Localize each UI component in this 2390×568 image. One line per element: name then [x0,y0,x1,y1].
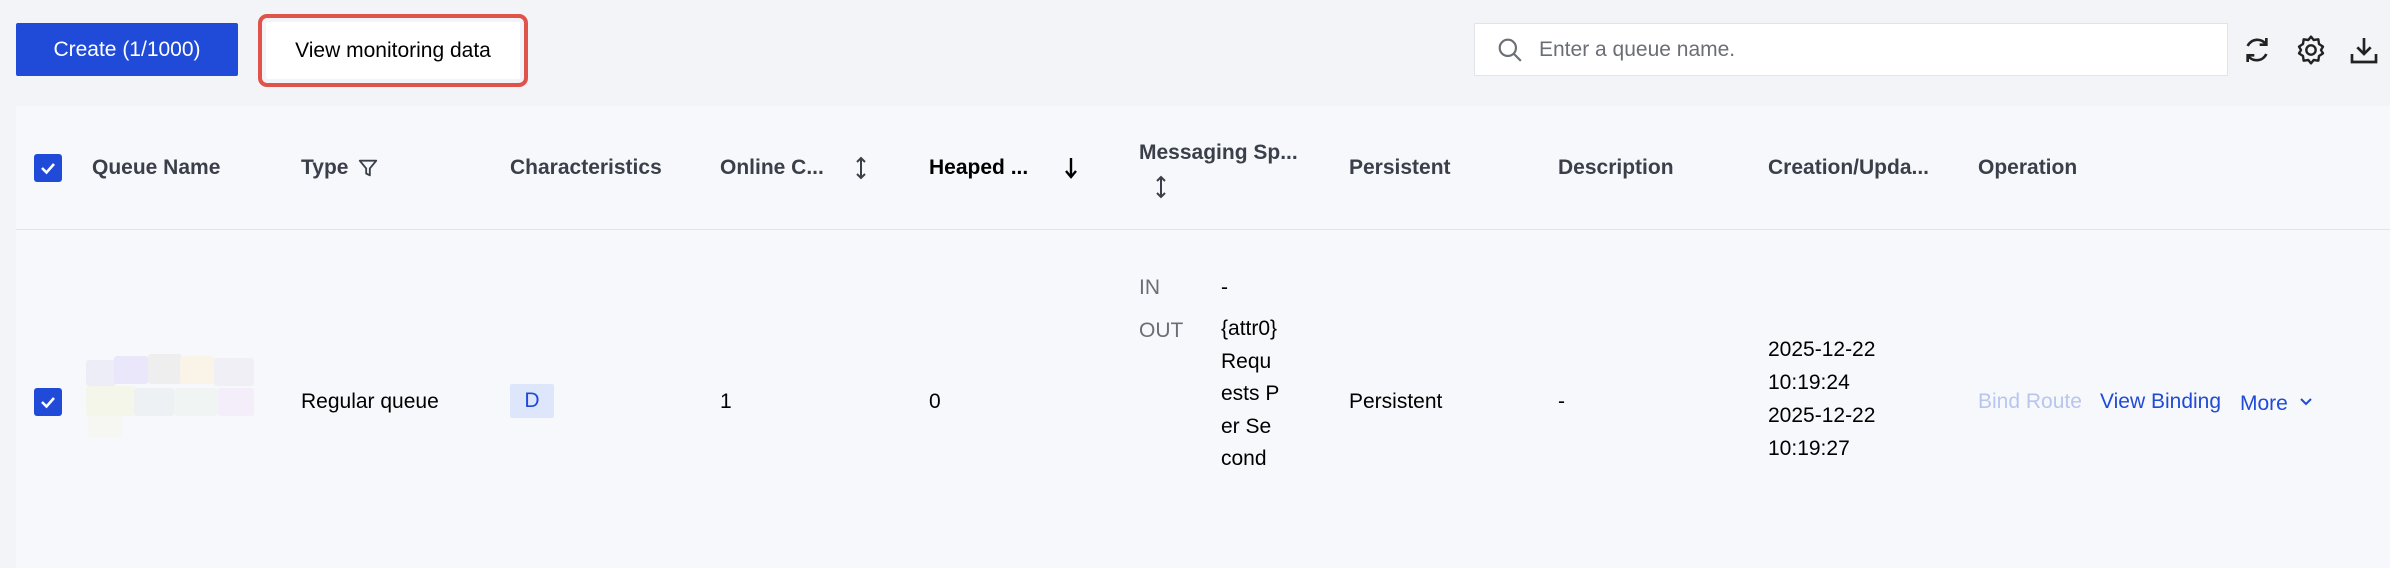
check-icon [41,163,55,175]
column-queue-name: Queue Name [92,156,221,179]
speed-in-label: IN [1139,276,1160,299]
column-characteristics: Characteristics [510,156,662,179]
row-online-consumers: 1 [720,390,732,413]
create-button[interactable]: Create (1/1000) [16,23,238,76]
row-type: Regular queue [301,390,439,413]
download-icon[interactable] [2348,34,2380,66]
speed-in-value: - [1221,276,1228,299]
search-input[interactable] [1537,36,2181,63]
settings-icon[interactable] [2295,34,2327,66]
row-updated: 2025-12-22 10:19:27 [1768,404,1876,460]
chevron-down-icon[interactable] [2298,394,2314,410]
bind-route-link[interactable]: Bind Route [1978,390,2082,414]
check-icon [41,397,55,409]
sort-desc-icon[interactable] [1061,155,1081,181]
search-icon [1498,38,1522,62]
column-creation-update: Creation/Upda... [1768,156,1930,179]
column-description: Description [1558,156,1674,179]
column-operation: Operation [1978,156,2078,179]
view-binding-link[interactable]: View Binding [2100,390,2221,414]
column-heaped: Heaped ... [929,156,1029,179]
characteristics-tag: D [510,384,554,418]
column-messaging-speed: Messaging Sp... [1139,141,1298,164]
select-all-checkbox[interactable] [34,154,62,182]
row-heaped: 0 [929,390,941,413]
refresh-icon[interactable] [2241,34,2273,66]
column-type: Type [301,156,349,179]
filter-icon[interactable] [357,157,379,179]
speed-out-label: OUT [1139,319,1184,342]
view-monitoring-data-button[interactable]: View monitoring data [266,22,520,79]
search-box[interactable] [1474,23,2228,76]
column-persistent: Persistent [1349,156,1451,179]
row-checkbox[interactable] [34,388,62,416]
column-online-consumers: Online C... [720,156,824,179]
sort-icon[interactable] [851,155,871,181]
row-persistent: Persistent [1349,390,1443,413]
more-dropdown[interactable]: More [2240,392,2288,416]
queue-name-redacted[interactable] [86,350,266,440]
row-created: 2025-12-22 10:19:24 [1768,338,1876,394]
speed-out-value: {attr0}Requests Per Second [1221,317,1280,470]
sort-icon[interactable] [1151,174,1171,200]
row-description: - [1558,390,1565,413]
